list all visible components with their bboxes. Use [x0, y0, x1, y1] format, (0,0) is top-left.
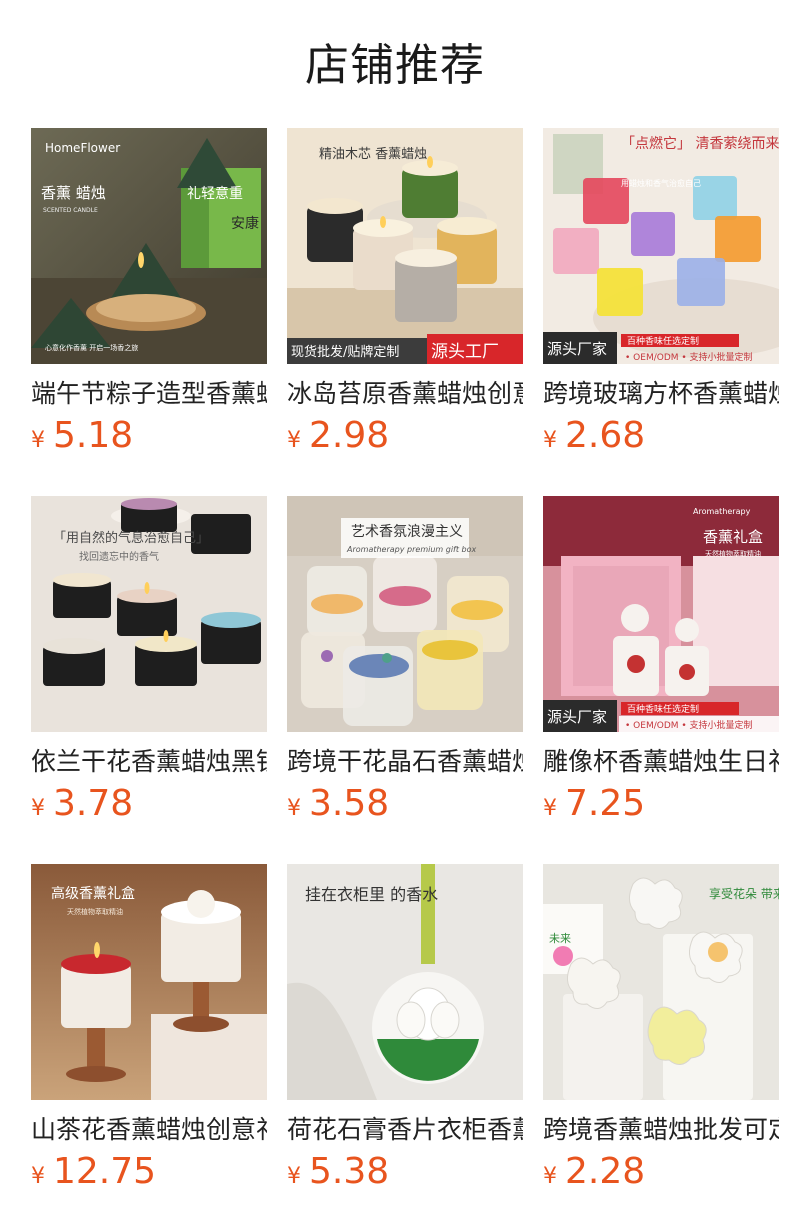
product-name[interactable]: 依兰干花香薰蜡烛黑铁 — [31, 746, 267, 778]
product-name[interactable]: 山茶花香薰蜡烛创意礼 — [31, 1114, 267, 1146]
product-image[interactable]: 「用自然的气息治愈自己」 找回遗忘中的香气 — [31, 496, 267, 732]
tin-candles-photo: 「用自然的气息治愈自己」 找回遗忘中的香气 — [31, 496, 267, 732]
image-headline: 挂在衣柜里 的香水 — [305, 885, 438, 904]
product-name[interactable]: 端午节粽子造型香薰蜡烛 — [31, 378, 267, 410]
image-box-text: 未来 — [549, 932, 571, 945]
product-card[interactable]: 精油木芯 香薰蜡烛 现货批发/贴牌定制 源头工厂 冰岛苔原香薰蜡烛创意 ¥2.9… — [287, 128, 523, 456]
product-image[interactable]: Aromatherapy 香薰礼盒 天然植物萃取精油 源头厂家 百种香味任选定制… — [543, 496, 779, 732]
product-name[interactable]: 冰岛苔原香薰蜡烛创意 — [287, 378, 523, 410]
image-badge-right: 源头工厂 — [431, 342, 499, 362]
zongzi-candle-photo: HomeFlower 香薰 蜡烛 SCENTED CANDLE 礼轻意重 安康 … — [31, 128, 267, 364]
statue-cup-gift-photo: Aromatherapy 香薰礼盒 天然植物萃取精油 源头厂家 百种香味任选定制… — [543, 496, 779, 732]
currency-symbol: ¥ — [31, 796, 45, 821]
image-subline: SCENTED CANDLE — [43, 207, 98, 214]
page-title: 店铺推荐 — [305, 40, 485, 91]
price-row: ¥5.38 — [287, 1152, 523, 1192]
image-badge-top: 百种香味任选定制 — [627, 703, 699, 715]
product-card[interactable]: 艺术香氛浪漫主义 Aromatherapy premium gift box 跨… — [287, 496, 523, 824]
product-price: 5.18 — [53, 415, 134, 456]
product-image[interactable]: 艺术香氛浪漫主义 Aromatherapy premium gift box — [287, 496, 523, 732]
price-row: ¥3.78 — [31, 784, 267, 824]
image-badge-top: 百种香味任选定制 — [627, 335, 699, 347]
product-grid: HomeFlower 香薰 蜡烛 SCENTED CANDLE 礼轻意重 安康 … — [31, 128, 779, 1192]
image-brand: HomeFlower — [45, 141, 120, 155]
price-row: ¥2.28 — [543, 1152, 779, 1192]
currency-symbol: ¥ — [287, 428, 301, 453]
product-card[interactable]: 高级香薰礼盒 天然植物萃取精油 山茶花香薰蜡烛创意礼 ¥12.75 — [31, 864, 267, 1192]
image-box-text: 礼轻意重 — [187, 185, 243, 202]
crystal-candles-photo: 艺术香氛浪漫主义 Aromatherapy premium gift box — [287, 496, 523, 732]
cement-cup-candles-photo: 精油木芯 香薰蜡烛 现货批发/贴牌定制 源头工厂 — [287, 128, 523, 364]
image-subline: 天然植物萃取精油 — [67, 907, 123, 916]
image-brand: Aromatherapy — [693, 507, 751, 516]
image-headline: 享受花朵 带来的芳香 — [709, 886, 779, 901]
image-subline: Aromatherapy premium gift box — [346, 545, 477, 554]
image-headline: 「点燃它」 清香萦绕而来 — [621, 135, 779, 152]
currency-symbol: ¥ — [543, 428, 557, 453]
image-badge-left: 源头厂家 — [547, 708, 607, 726]
price-row: ¥5.18 — [31, 416, 267, 456]
product-name[interactable]: 跨境玻璃方杯香薰蜡烛 — [543, 378, 779, 410]
product-price: 2.28 — [565, 1151, 646, 1192]
image-badge-bottom: • OEM/ODM • 支持小批量定制 — [625, 719, 753, 731]
product-price: 5.38 — [309, 1151, 390, 1192]
flower-cup-candles-photo: 享受花朵 带来的芳香 未来 — [543, 864, 779, 1100]
currency-symbol: ¥ — [31, 1164, 45, 1189]
image-subline: 找回遗忘中的香气 — [79, 550, 159, 563]
image-badge-left: 源头厂家 — [547, 340, 607, 358]
product-name[interactable]: 荷花石膏香片衣柜香薰 — [287, 1114, 523, 1146]
product-image[interactable]: 精油木芯 香薰蜡烛 现货批发/贴牌定制 源头工厂 — [287, 128, 523, 364]
product-card[interactable]: 「点燃它」 清香萦绕而来 用蜡烛和香气治愈自己 源头厂家 百种香味任选定制 • … — [543, 128, 779, 456]
image-headline: 「用自然的气息治愈自己」 — [53, 530, 209, 546]
product-price: 2.68 — [565, 415, 646, 456]
image-headline: 高级香薰礼盒 — [51, 885, 135, 902]
currency-symbol: ¥ — [287, 1164, 301, 1189]
product-name[interactable]: 跨境香薰蜡烛批发可定 — [543, 1114, 779, 1146]
currency-symbol: ¥ — [543, 796, 557, 821]
product-image[interactable]: 享受花朵 带来的芳香 未来 — [543, 864, 779, 1100]
image-footer: 心意化作香薰 开启一场香之旅 — [45, 343, 138, 352]
image-badge-left: 现货批发/贴牌定制 — [291, 344, 399, 360]
product-price: 12.75 — [53, 1151, 157, 1192]
product-card[interactable]: 「用自然的气息治愈自己」 找回遗忘中的香气 依兰干花香薰蜡烛黑铁 ¥3.78 — [31, 496, 267, 824]
image-subline: 用蜡烛和香气治愈自己 — [621, 178, 701, 188]
product-name[interactable]: 雕像杯香薰蜡烛生日礼 — [543, 746, 779, 778]
lotus-plaster-sachet-photo: 挂在衣柜里 的香水 — [287, 864, 523, 1100]
product-price: 2.98 — [309, 415, 390, 456]
product-image[interactable]: 高级香薰礼盒 天然植物萃取精油 — [31, 864, 267, 1100]
currency-symbol: ¥ — [31, 428, 45, 453]
image-headline: 艺术香氛浪漫主义 — [351, 524, 463, 540]
image-headline: 香薰礼盒 — [703, 528, 763, 546]
product-card[interactable]: HomeFlower 香薰 蜡烛 SCENTED CANDLE 礼轻意重 安康 … — [31, 128, 267, 456]
image-headline: 香薰 蜡烛 — [41, 184, 106, 202]
price-row: ¥12.75 — [31, 1152, 267, 1192]
currency-symbol: ¥ — [543, 1164, 557, 1189]
price-row: ¥7.25 — [543, 784, 779, 824]
product-card[interactable]: 享受花朵 带来的芳香 未来 跨境香薰蜡烛批发可定 ¥2.28 — [543, 864, 779, 1192]
glass-square-candles-photo: 「点燃它」 清香萦绕而来 用蜡烛和香气治愈自己 源头厂家 百种香味任选定制 • … — [543, 128, 779, 364]
price-row: ¥2.98 — [287, 416, 523, 456]
product-price: 7.25 — [565, 783, 646, 824]
product-price: 3.58 — [309, 783, 390, 824]
product-card[interactable]: Aromatherapy 香薰礼盒 天然植物萃取精油 源头厂家 百种香味任选定制… — [543, 496, 779, 824]
product-card[interactable]: 挂在衣柜里 的香水 荷花石膏香片衣柜香薰 ¥5.38 — [287, 864, 523, 1192]
currency-symbol: ¥ — [287, 796, 301, 821]
product-image[interactable]: 「点燃它」 清香萦绕而来 用蜡烛和香气治愈自己 源头厂家 百种香味任选定制 • … — [543, 128, 779, 364]
product-price: 3.78 — [53, 783, 134, 824]
camellia-candle-photo: 高级香薰礼盒 天然植物萃取精油 — [31, 864, 267, 1100]
image-badge-bottom: • OEM/ODM • 支持小批量定制 — [625, 351, 753, 363]
product-image[interactable]: 挂在衣柜里 的香水 — [287, 864, 523, 1100]
image-headline: 精油木芯 香薰蜡烛 — [319, 147, 427, 162]
image-subline: 天然植物萃取精油 — [705, 549, 761, 558]
product-image[interactable]: HomeFlower 香薰 蜡烛 SCENTED CANDLE 礼轻意重 安康 … — [31, 128, 267, 364]
price-row: ¥2.68 — [543, 416, 779, 456]
price-row: ¥3.58 — [287, 784, 523, 824]
image-box-side: 安康 — [231, 215, 259, 232]
product-name[interactable]: 跨境干花晶石香薰蜡烛 — [287, 746, 523, 778]
